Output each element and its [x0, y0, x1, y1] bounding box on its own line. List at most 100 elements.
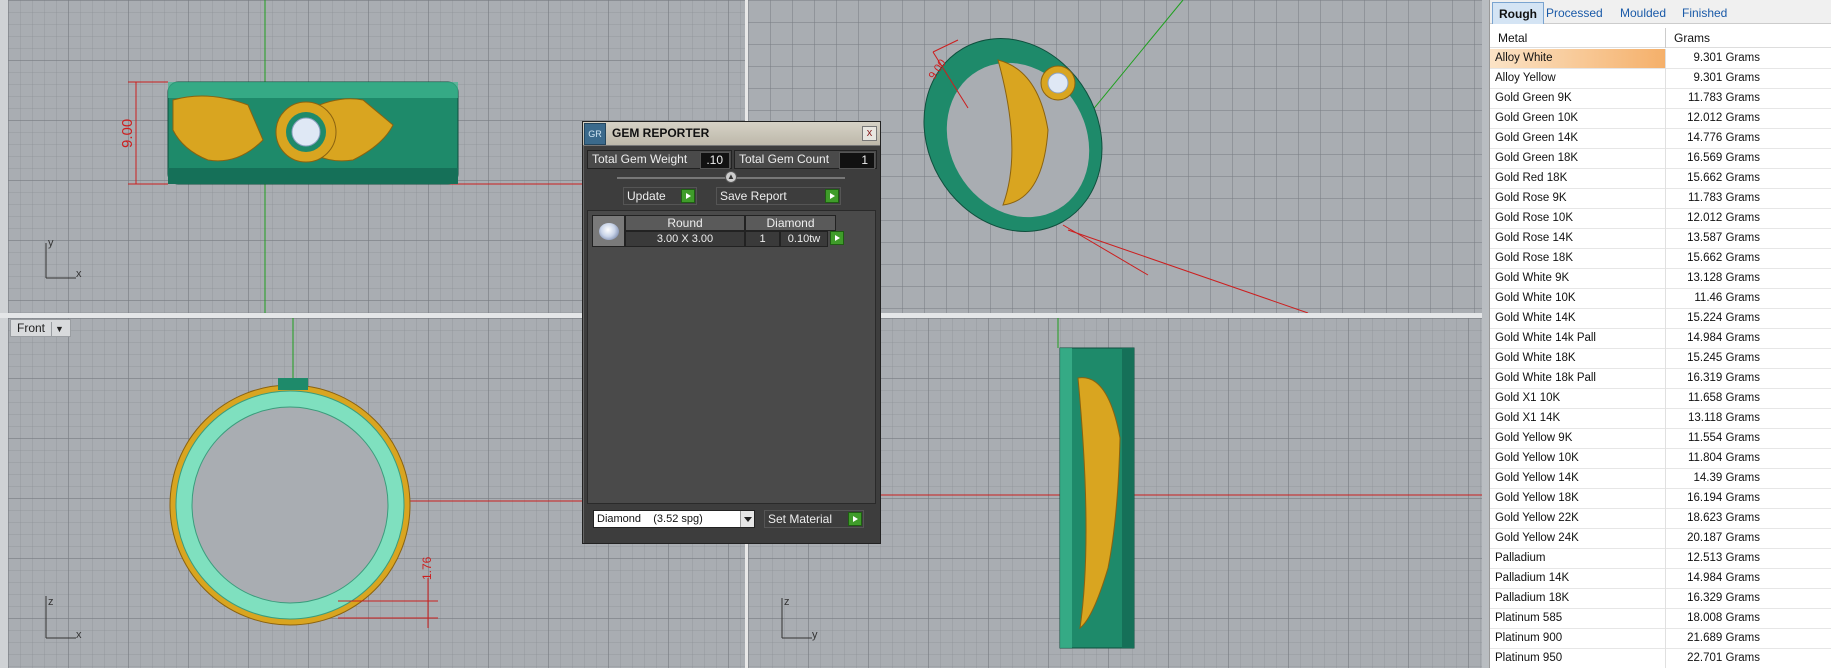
metal-name-cell: Gold Rose 9K: [1495, 192, 1567, 204]
table-row[interactable]: Gold White 10K 11.46 Grams: [1490, 289, 1831, 309]
table-row[interactable]: Gold X1 10K 11.658 Grams: [1490, 389, 1831, 409]
metal-name-cell: Gold Green 14K: [1495, 132, 1579, 144]
table-row[interactable]: Gold White 18k Pall 16.319 Grams: [1490, 369, 1831, 389]
update-button-label: Update: [627, 189, 666, 203]
gem-list-area: Round Diamond 3.00 X 3.00 1 0.10tw: [587, 210, 876, 504]
grams-cell: 18.008 Grams: [1687, 612, 1760, 624]
save-report-button-label: Save Report: [720, 189, 787, 203]
gem-row-go-button[interactable]: [828, 231, 844, 247]
grams-cell: 14.39 Grams: [1693, 472, 1760, 484]
total-gem-count-value: 1: [839, 152, 875, 169]
material-select-value: Diamond (3.52 spg): [597, 513, 703, 525]
dialog-title: GEM REPORTER: [612, 126, 710, 140]
gem-size-cell: 3.00 X 3.00: [625, 231, 745, 247]
setting-top: [278, 378, 308, 390]
metal-name-cell: Gold Rose 18K: [1495, 252, 1573, 264]
axis-y-label: y: [812, 629, 818, 641]
grams-cell: 11.658 Grams: [1687, 392, 1760, 404]
table-row[interactable]: Palladium 14K 14.984 Grams: [1490, 569, 1831, 589]
table-row[interactable]: Platinum 585 18.008 Grams: [1490, 609, 1831, 629]
grams-cell: 14.776 Grams: [1687, 132, 1760, 144]
gem-thumbnail[interactable]: [592, 215, 625, 247]
viewport-name-label: Front: [17, 321, 46, 335]
table-row[interactable]: Gold White 18K 15.245 Grams: [1490, 349, 1831, 369]
metal-name-cell: Alloy White: [1495, 52, 1553, 64]
table-row[interactable]: Gold Yellow 22K 18.623 Grams: [1490, 509, 1831, 529]
table-row[interactable]: Gold Green 18K 16.569 Grams: [1490, 149, 1831, 169]
grams-cell: 9.301 Grams: [1693, 52, 1760, 64]
table-row[interactable]: Gold Green 10K 12.012 Grams: [1490, 109, 1831, 129]
tab-rough[interactable]: Rough: [1492, 2, 1544, 24]
dim-text-top: 9.00: [119, 119, 136, 148]
chevron-down-icon: ▼: [51, 322, 64, 337]
grams-cell: 11.46 Grams: [1694, 292, 1760, 304]
metal-name-cell: Platinum 585: [1495, 612, 1563, 624]
ring-band-bottom: [168, 168, 458, 184]
col-header-grams[interactable]: Grams: [1674, 31, 1710, 45]
table-row[interactable]: Platinum 900 21.689 Grams: [1490, 629, 1831, 649]
table-row[interactable]: Palladium 18K 16.329 Grams: [1490, 589, 1831, 609]
table-row[interactable]: Gold Green 14K 14.776 Grams: [1490, 129, 1831, 149]
grams-cell: 11.804 Grams: [1687, 452, 1760, 464]
table-row[interactable]: Gold Yellow 9K 11.554 Grams: [1490, 429, 1831, 449]
table-row[interactable]: Gold Rose 9K 11.783 Grams: [1490, 189, 1831, 209]
grams-cell: 13.118 Grams: [1687, 412, 1760, 424]
panel-slider-knob[interactable]: ▲: [725, 171, 737, 183]
axis-z-label: z: [784, 596, 790, 608]
tab-processed[interactable]: Processed: [1540, 2, 1609, 24]
table-row[interactable]: Gold Rose 10K 12.012 Grams: [1490, 209, 1831, 229]
table-row[interactable]: Gold Yellow 14K 14.39 Grams: [1490, 469, 1831, 489]
grams-cell: 15.224 Grams: [1687, 312, 1760, 324]
table-row[interactable]: Gold X1 14K 13.118 Grams: [1490, 409, 1831, 429]
ring-band-top: [168, 82, 458, 98]
axis-y-label: y: [48, 237, 54, 249]
close-button[interactable]: x: [862, 126, 877, 141]
table-row[interactable]: Gold Green 9K 11.783 Grams: [1490, 89, 1831, 109]
gem-weight-cell: 0.10tw: [780, 231, 828, 247]
set-material-button[interactable]: Set Material: [764, 510, 864, 528]
table-row[interactable]: Gold White 14k Pall 14.984 Grams: [1490, 329, 1831, 349]
total-gem-weight-label: Total Gem Weight: [592, 152, 688, 166]
save-report-button[interactable]: Save Report: [716, 187, 841, 205]
table-row[interactable]: Gold Yellow 24K 20.187 Grams: [1490, 529, 1831, 549]
table-row[interactable]: Gold Yellow 10K 11.804 Grams: [1490, 449, 1831, 469]
table-row[interactable]: Gold Rose 14K 13.587 Grams: [1490, 229, 1831, 249]
dialog-titlebar[interactable]: GR GEM REPORTER x: [583, 122, 880, 146]
table-row[interactable]: Gold Yellow 18K 16.194 Grams: [1490, 489, 1831, 509]
table-row[interactable]: Palladium 12.513 Grams: [1490, 549, 1831, 569]
metal-name-cell: Palladium 14K: [1495, 572, 1570, 584]
col-header-metal[interactable]: Metal: [1498, 31, 1527, 45]
total-gem-count-label: Total Gem Count: [739, 152, 830, 166]
metal-name-cell: Gold White 14K: [1495, 312, 1576, 324]
gem-count-cell: 1: [745, 231, 780, 247]
update-button[interactable]: Update: [623, 187, 697, 205]
table-row[interactable]: Gold White 14K 15.224 Grams: [1490, 309, 1831, 329]
tab-finished[interactable]: Finished: [1676, 2, 1733, 24]
table-row[interactable]: Alloy White 9.301 Grams: [1490, 49, 1831, 69]
table-row[interactable]: Gold Rose 18K 15.662 Grams: [1490, 249, 1831, 269]
metal-weight-panel: Rough Processed Moulded Finished Metal G…: [1489, 0, 1831, 668]
gem-shape-header: Round: [625, 215, 745, 231]
chevron-down-icon: [740, 511, 754, 527]
metal-name-cell: Gold Red 18K: [1495, 172, 1568, 184]
material-select[interactable]: Diamond (3.52 spg): [593, 510, 755, 528]
metal-name-cell: Gold Green 18K: [1495, 152, 1579, 164]
grams-cell: 11.783 Grams: [1687, 92, 1760, 104]
gem-reporter-logo-icon: GR: [584, 123, 606, 145]
grams-cell: 13.587 Grams: [1687, 232, 1760, 244]
table-row[interactable]: Gold White 9K 13.128 Grams: [1490, 269, 1831, 289]
metal-name-cell: Gold Yellow 9K: [1495, 432, 1573, 444]
grams-cell: 9.301 Grams: [1693, 72, 1760, 84]
metal-name-cell: Gold White 10K: [1495, 292, 1576, 304]
viewport-name-dropdown[interactable]: Front ▼: [10, 319, 71, 337]
grams-cell: 21.689 Grams: [1687, 632, 1760, 644]
table-row[interactable]: Alloy Yellow 9.301 Grams: [1490, 69, 1831, 89]
tab-moulded[interactable]: Moulded: [1614, 2, 1672, 24]
set-material-button-label: Set Material: [768, 512, 833, 526]
total-gem-count-box: Total Gem Count 1: [734, 150, 877, 169]
table-row[interactable]: Gold Red 18K 15.662 Grams: [1490, 169, 1831, 189]
metal-name-cell: Gold Yellow 22K: [1495, 512, 1579, 524]
table-row[interactable]: Platinum 950 22.701 Grams: [1490, 649, 1831, 668]
grams-cell: 20.187 Grams: [1687, 532, 1760, 544]
grams-cell: 16.194 Grams: [1687, 492, 1760, 504]
